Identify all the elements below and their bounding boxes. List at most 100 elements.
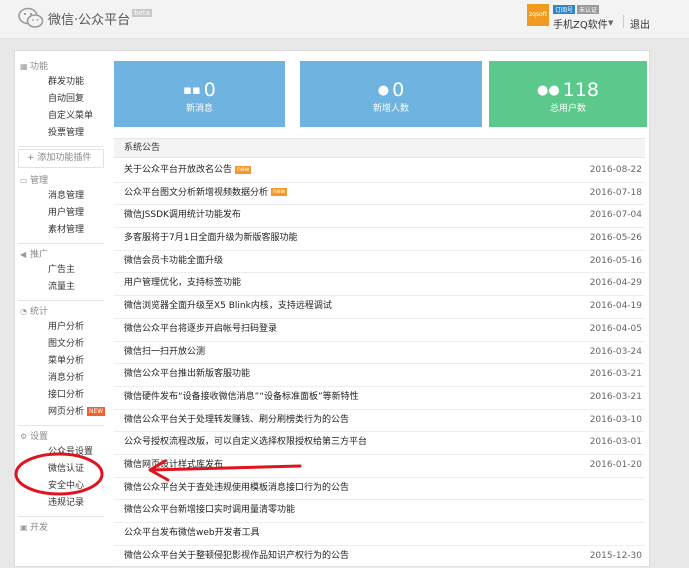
users-icon: ●●	[537, 82, 560, 98]
announcement-row[interactable]: 微信浏览器全面升级至X5 Blink内核，支持远程调试 2016-04-19	[114, 296, 645, 319]
announcement-row[interactable]: 微信扫一扫开放公测 2016-03-24	[114, 342, 645, 365]
announcement-date: 2016-04-29	[589, 278, 642, 289]
sidebar-item-custom-menu[interactable]: 自定义菜单	[18, 108, 104, 125]
sidebar-item-message-analysis[interactable]: 消息分析	[18, 370, 104, 387]
sidebar-item-account-settings[interactable]: 公众号设置	[18, 444, 104, 461]
new-badge: NEW	[87, 407, 106, 416]
sidebar-item-security[interactable]: 安全中心	[18, 478, 104, 495]
gear-icon: ⚙	[20, 432, 28, 441]
sidebar-item-materials[interactable]: 素材管理	[18, 222, 104, 239]
sidebar-section-title: ⚙ 设置	[18, 429, 104, 444]
sidebar-item-mass-send[interactable]: 群发功能	[18, 74, 104, 91]
announcement-date: 2016-07-18	[589, 187, 642, 198]
announcement-row[interactable]: 微信公众平台关于整顿侵犯影视作品知识产权行为的公告 2015-12-30	[114, 546, 645, 568]
sidebar-section-stats: ◔ 统计 用户分析 图文分析 菜单分析 消息分析 接口分析 网页分析 NEW	[18, 301, 106, 426]
sidebar-section-title: ◀ 推广	[18, 247, 104, 262]
stat-total-users[interactable]: ●● 118 总用户数	[489, 61, 647, 127]
announcement-title[interactable]: 微信硬件发布“设备接收微信消息”“设备标准面板”等新特性	[124, 387, 359, 409]
announcement-title[interactable]: 微信公众平台关于查处违规使用模板消息接口行为的公告	[124, 478, 349, 500]
announcement-title[interactable]: 公众号授权流程改版，可以自定义选择权限授权给第三方平台	[124, 432, 367, 454]
new-badge: new	[271, 188, 288, 197]
announcement-row[interactable]: 微信公众平台关于查处违规使用模板消息接口行为的公告	[114, 478, 645, 501]
message-icon: ▪▪	[183, 82, 201, 98]
stat-value: 0	[392, 79, 405, 101]
add-plugin-button[interactable]: + 添加功能插件	[18, 149, 104, 168]
logout-link[interactable]: 退出	[630, 16, 650, 31]
new-badge: new	[235, 165, 252, 174]
announcement-row[interactable]: 微信公众平台关于处理转发赚钱、刷分刷榜类行为的公告 2016-03-10	[114, 410, 645, 433]
announcement-row[interactable]: 微信公众平台将逐步开启帐号扫码登录 2016-04-05	[114, 319, 645, 342]
announcement-row[interactable]: 公众号授权流程改版，可以自定义选择权限授权给第三方平台 2016-03-01	[114, 432, 645, 455]
top-bar: 微信·公众平台 beta zqsoft 订阅号 未认证 手机ZQ软件 ▼ 退出	[0, 0, 689, 39]
announcement-row[interactable]: 公众平台发布微信web开发者工具	[114, 523, 645, 546]
chat-icon: ▭	[20, 176, 28, 185]
sidebar-item-menu-analysis[interactable]: 菜单分析	[18, 353, 104, 370]
announcement-title[interactable]: 微信浏览器全面升级至X5 Blink内核，支持远程调试	[124, 296, 332, 318]
announcement-row[interactable]: 微信会员卡功能全面升级 2016-05-16	[114, 251, 645, 274]
announcement-row[interactable]: 微信公众平台新增接口实时调用量清零功能	[114, 500, 645, 523]
announcement-row[interactable]: 微信公众平台推出新版客服功能 2016-03-21	[114, 364, 645, 387]
chart-icon: ◔	[20, 307, 27, 316]
chevron-down-icon[interactable]: ▼	[608, 19, 613, 27]
sidebar-item-web-analysis[interactable]: 网页分析 NEW	[18, 404, 106, 421]
announcement-title[interactable]: 微信扫一扫开放公测	[124, 342, 205, 364]
announcement-date: 2016-03-10	[589, 414, 642, 425]
stat-label: 总用户数	[549, 104, 586, 114]
sidebar-item-vote[interactable]: 投票管理	[18, 125, 104, 142]
sidebar-item-publisher[interactable]: 流量主	[18, 279, 104, 296]
sidebar-item-user-analysis[interactable]: 用户分析	[18, 319, 104, 336]
announcement-row[interactable]: 微信硬件发布“设备接收微信消息”“设备标准面板”等新特性 2016-03-21	[114, 387, 645, 410]
sidebar-item-messages[interactable]: 消息管理	[18, 188, 104, 205]
account-badges: 订阅号 未认证	[553, 4, 601, 15]
verify-badge: 未认证	[577, 5, 600, 14]
sidebar-item-verification[interactable]: 微信认证	[18, 461, 104, 478]
announcement-title[interactable]: 微信公众平台关于整顿侵犯影视作品知识产权行为的公告	[124, 546, 349, 568]
announcement-row[interactable]: 微信网页设计样式库发布 2016-01-20	[114, 455, 645, 478]
wechat-logo-icon	[18, 7, 44, 28]
announcement-date: 2016-03-21	[589, 369, 642, 380]
announcement-date: 2016-08-22	[589, 165, 642, 175]
announcement-date: 2016-04-19	[589, 301, 642, 312]
announcement-row[interactable]: 用户管理优化，支持标签功能 2016-04-29	[114, 273, 645, 297]
stat-value: 0	[203, 79, 216, 101]
announcement-row[interactable]: 关于公众平台开放改名公告 new 2016-08-22	[114, 160, 645, 183]
megaphone-icon: ◀	[20, 250, 27, 259]
announcement-date: 2016-03-21	[589, 391, 642, 402]
announcement-title[interactable]: 公众平台图文分析新增视频数据分析 new	[124, 183, 288, 205]
sidebar-section-promote: ◀ 推广 广告主 流量主	[18, 244, 104, 301]
announcement-title[interactable]: 微信会员卡功能全面升级	[124, 251, 223, 273]
stat-new-followers[interactable]: ● 0 新增人数	[300, 61, 482, 127]
sidebar-section-features: ▦ 功能 群发功能 自动回复 自定义菜单 投票管理	[18, 56, 104, 147]
announcement-row[interactable]: 多客服将于7月1日全面升级为新版客服功能 2016-05-26	[114, 228, 645, 251]
announcement-row[interactable]: 公众平台图文分析新增视频数据分析 new 2016-07-18	[114, 183, 645, 206]
announcement-title[interactable]: 多客服将于7月1日全面升级为新版客服功能	[124, 228, 297, 250]
sidebar-item-advertiser[interactable]: 广告主	[18, 262, 104, 279]
announcement-title[interactable]: 公众平台发布微信web开发者工具	[124, 523, 260, 545]
stat-label: 新增人数	[372, 104, 409, 114]
announcement-title[interactable]: 微信公众平台推出新版客服功能	[124, 364, 250, 386]
announcement-title[interactable]: 微信JSSDK调用统计功能发布	[124, 205, 241, 227]
announcement-row[interactable]: 微信JSSDK调用统计功能发布 2016-07-04	[114, 205, 645, 229]
sidebar-item-violations[interactable]: 违规记录	[18, 495, 104, 512]
announcements-header: 系统公告	[114, 138, 645, 158]
announcement-title[interactable]: 微信公众平台将逐步开启帐号扫码登录	[124, 319, 277, 341]
announcement-title[interactable]: 微信网页设计样式库发布	[124, 455, 223, 477]
account-name[interactable]: 手机ZQ软件	[553, 16, 608, 31]
sidebar-item-article-analysis[interactable]: 图文分析	[18, 336, 104, 353]
announcement-title[interactable]: 微信公众平台新增接口实时调用量清零功能	[124, 500, 295, 522]
announcement-date: 2016-07-04	[589, 210, 642, 221]
person-icon: ●	[377, 82, 390, 98]
sidebar-item-users[interactable]: 用户管理	[18, 205, 104, 222]
sidebar-item-auto-reply[interactable]: 自动回复	[18, 91, 104, 108]
stat-new-messages[interactable]: ▪▪ 0 新消息	[114, 61, 285, 127]
account-avatar[interactable]: zqsoft	[527, 4, 549, 26]
announcement-title[interactable]: 用户管理优化，支持标签功能	[124, 273, 241, 295]
brand-tag: beta	[132, 9, 152, 17]
announcement-date: 2016-03-01	[589, 437, 642, 448]
announcement-title[interactable]: 关于公众平台开放改名公告 new	[124, 160, 252, 182]
sidebar-section-title: ▣ 开发	[18, 520, 104, 535]
brand-title[interactable]: 微信·公众平台 beta	[48, 9, 152, 28]
sidebar-section-title: ▭ 管理	[18, 173, 104, 188]
sidebar-item-api-analysis[interactable]: 接口分析	[18, 387, 104, 404]
announcement-title[interactable]: 微信公众平台关于处理转发赚钱、刷分刷榜类行为的公告	[124, 410, 349, 432]
